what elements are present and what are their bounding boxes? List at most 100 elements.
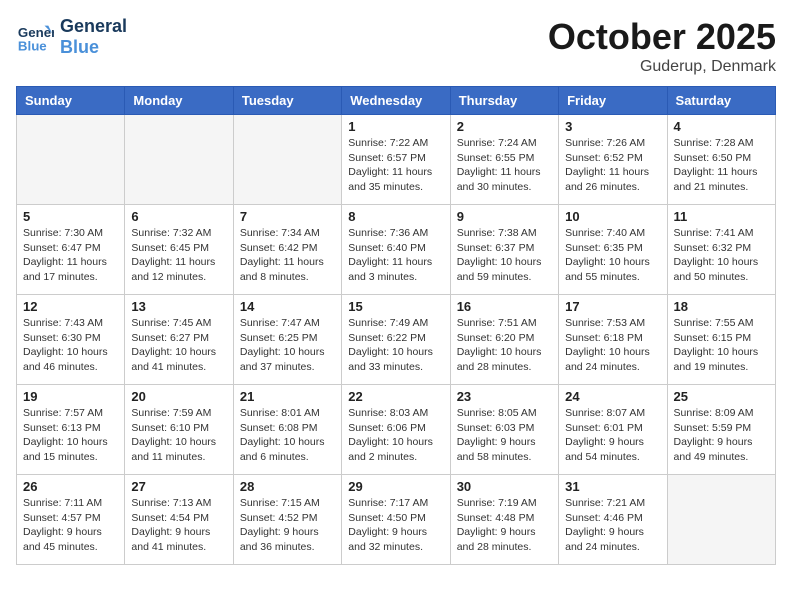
day-cell: 12 Sunrise: 7:43 AM Sunset: 6:30 PM Dayli…	[17, 295, 125, 385]
day-number: 14	[240, 299, 335, 314]
day-detail: Sunrise: 8:05 AM Sunset: 6:03 PM Dayligh…	[457, 406, 552, 465]
day-detail: Sunrise: 7:34 AM Sunset: 6:42 PM Dayligh…	[240, 226, 335, 285]
day-number: 3	[565, 119, 660, 134]
day-detail: Sunrise: 7:22 AM Sunset: 6:57 PM Dayligh…	[348, 136, 443, 195]
week-row: 1 Sunrise: 7:22 AM Sunset: 6:57 PM Daylig…	[17, 115, 776, 205]
day-cell: 6Sunrise: 7:32 AM Sunset: 6:45 PM Daylig…	[125, 205, 233, 295]
day-detail: Sunrise: 7:55 AM Sunset: 6:15 PM Dayligh…	[674, 316, 769, 375]
day-cell: 22Sunrise: 8:03 AM Sunset: 6:06 PM Dayli…	[342, 385, 450, 475]
day-detail: Sunrise: 7:21 AM Sunset: 4:46 PM Dayligh…	[565, 496, 660, 555]
day-detail: Sunrise: 7:49 AM Sunset: 6:22 PM Dayligh…	[348, 316, 443, 375]
day-number: 16	[457, 299, 552, 314]
day-number: 5	[23, 209, 118, 224]
day-detail: Sunrise: 7:11 AM Sunset: 4:57 PM Dayligh…	[23, 496, 118, 555]
logo-blue: Blue	[60, 37, 127, 58]
day-detail: Sunrise: 7:15 AM Sunset: 4:52 PM Dayligh…	[240, 496, 335, 555]
day-cell	[125, 115, 233, 205]
day-detail: Sunrise: 7:17 AM Sunset: 4:50 PM Dayligh…	[348, 496, 443, 555]
day-detail: Sunrise: 7:36 AM Sunset: 6:40 PM Dayligh…	[348, 226, 443, 285]
day-detail: Sunrise: 7:32 AM Sunset: 6:45 PM Dayligh…	[131, 226, 226, 285]
day-number: 25	[674, 389, 769, 404]
day-number: 18	[674, 299, 769, 314]
weekday-header: Tuesday	[233, 87, 341, 115]
week-row: 5 Sunrise: 7:30 AM Sunset: 6:47 PM Daylig…	[17, 205, 776, 295]
day-number: 17	[565, 299, 660, 314]
title-area: October 2025 Guderup, Denmark	[548, 16, 776, 76]
day-cell: 15 Sunrise: 7:49 AM Sunset: 6:22 PM Dayli…	[342, 295, 450, 385]
day-detail: Sunrise: 7:41 AM Sunset: 6:32 PM Dayligh…	[674, 226, 769, 285]
day-detail: Sunrise: 7:30 AM Sunset: 6:47 PM Dayligh…	[23, 226, 118, 285]
week-row: 26 Sunrise: 7:11 AM Sunset: 4:57 PM Dayli…	[17, 475, 776, 565]
day-detail: Sunrise: 7:57 AM Sunset: 6:13 PM Dayligh…	[23, 406, 118, 465]
calendar-table: SundayMondayTuesdayWednesdayThursdayFrid…	[16, 86, 776, 565]
day-detail: Sunrise: 8:01 AM Sunset: 6:08 PM Dayligh…	[240, 406, 335, 465]
day-cell: 25Sunrise: 8:09 AM Sunset: 5:59 PM Dayli…	[667, 385, 775, 475]
day-cell: 13 Sunrise: 7:45 AM Sunset: 6:27 PM Dayli…	[125, 295, 233, 385]
day-number: 8	[348, 209, 443, 224]
day-detail: Sunrise: 7:19 AM Sunset: 4:48 PM Dayligh…	[457, 496, 552, 555]
day-cell: 14 Sunrise: 7:47 AM Sunset: 6:25 PM Dayli…	[233, 295, 341, 385]
day-number: 2	[457, 119, 552, 134]
day-detail: Sunrise: 7:53 AM Sunset: 6:18 PM Dayligh…	[565, 316, 660, 375]
day-cell	[17, 115, 125, 205]
day-cell: 27 Sunrise: 7:13 AM Sunset: 4:54 PM Dayli…	[125, 475, 233, 565]
day-cell: 18 Sunrise: 7:55 AM Sunset: 6:15 PM Dayli…	[667, 295, 775, 385]
day-cell: 28 Sunrise: 7:15 AM Sunset: 4:52 PM Dayli…	[233, 475, 341, 565]
day-number: 31	[565, 479, 660, 494]
day-cell: 16 Sunrise: 7:51 AM Sunset: 6:20 PM Dayli…	[450, 295, 558, 385]
day-number: 15	[348, 299, 443, 314]
weekday-header: Monday	[125, 87, 233, 115]
day-cell: 7 Sunrise: 7:34 AM Sunset: 6:42 PM Daylig…	[233, 205, 341, 295]
day-detail: Sunrise: 7:26 AM Sunset: 6:52 PM Dayligh…	[565, 136, 660, 195]
day-number: 13	[131, 299, 226, 314]
day-number: 24	[565, 389, 660, 404]
day-number: 27	[131, 479, 226, 494]
day-number: 9	[457, 209, 552, 224]
day-number: 21	[240, 389, 335, 404]
day-cell: 21 Sunrise: 8:01 AM Sunset: 6:08 PM Dayli…	[233, 385, 341, 475]
day-detail: Sunrise: 8:07 AM Sunset: 6:01 PM Dayligh…	[565, 406, 660, 465]
day-cell: 3 Sunrise: 7:26 AM Sunset: 6:52 PM Daylig…	[559, 115, 667, 205]
day-cell: 23 Sunrise: 8:05 AM Sunset: 6:03 PM Dayli…	[450, 385, 558, 475]
day-cell: 24 Sunrise: 8:07 AM Sunset: 6:01 PM Dayli…	[559, 385, 667, 475]
svg-text:Blue: Blue	[18, 38, 47, 53]
weekday-header: Wednesday	[342, 87, 450, 115]
day-cell: 11 Sunrise: 7:41 AM Sunset: 6:32 PM Dayli…	[667, 205, 775, 295]
day-cell: 4 Sunrise: 7:28 AM Sunset: 6:50 PM Daylig…	[667, 115, 775, 205]
day-detail: Sunrise: 7:43 AM Sunset: 6:30 PM Dayligh…	[23, 316, 118, 375]
day-number: 26	[23, 479, 118, 494]
day-cell: 30 Sunrise: 7:19 AM Sunset: 4:48 PM Dayli…	[450, 475, 558, 565]
day-detail: Sunrise: 7:45 AM Sunset: 6:27 PM Dayligh…	[131, 316, 226, 375]
logo: General Blue General Blue	[16, 16, 127, 57]
day-number: 7	[240, 209, 335, 224]
day-cell	[233, 115, 341, 205]
day-number: 28	[240, 479, 335, 494]
day-number: 11	[674, 209, 769, 224]
month-title: October 2025	[548, 16, 776, 58]
day-cell: 9Sunrise: 7:38 AM Sunset: 6:37 PM Daylig…	[450, 205, 558, 295]
day-number: 1	[348, 119, 443, 134]
day-number: 29	[348, 479, 443, 494]
day-cell: 1 Sunrise: 7:22 AM Sunset: 6:57 PM Daylig…	[342, 115, 450, 205]
day-cell: 20Sunrise: 7:59 AM Sunset: 6:10 PM Dayli…	[125, 385, 233, 475]
day-cell: 5 Sunrise: 7:30 AM Sunset: 6:47 PM Daylig…	[17, 205, 125, 295]
day-cell: 29 Sunrise: 7:17 AM Sunset: 4:50 PM Dayli…	[342, 475, 450, 565]
day-detail: Sunrise: 7:28 AM Sunset: 6:50 PM Dayligh…	[674, 136, 769, 195]
day-detail: Sunrise: 7:13 AM Sunset: 4:54 PM Dayligh…	[131, 496, 226, 555]
day-cell	[667, 475, 775, 565]
day-number: 4	[674, 119, 769, 134]
day-number: 30	[457, 479, 552, 494]
weekday-header: Saturday	[667, 87, 775, 115]
weekday-header: Friday	[559, 87, 667, 115]
day-detail: Sunrise: 7:51 AM Sunset: 6:20 PM Dayligh…	[457, 316, 552, 375]
week-row: 12 Sunrise: 7:43 AM Sunset: 6:30 PM Dayli…	[17, 295, 776, 385]
day-number: 23	[457, 389, 552, 404]
day-detail: Sunrise: 8:03 AM Sunset: 6:06 PM Dayligh…	[348, 406, 443, 465]
day-number: 12	[23, 299, 118, 314]
day-detail: Sunrise: 7:47 AM Sunset: 6:25 PM Dayligh…	[240, 316, 335, 375]
location: Guderup, Denmark	[548, 58, 776, 76]
weekday-header: Thursday	[450, 87, 558, 115]
weekday-header: Sunday	[17, 87, 125, 115]
logo-general: General	[60, 16, 127, 37]
day-detail: Sunrise: 7:59 AM Sunset: 6:10 PM Dayligh…	[131, 406, 226, 465]
